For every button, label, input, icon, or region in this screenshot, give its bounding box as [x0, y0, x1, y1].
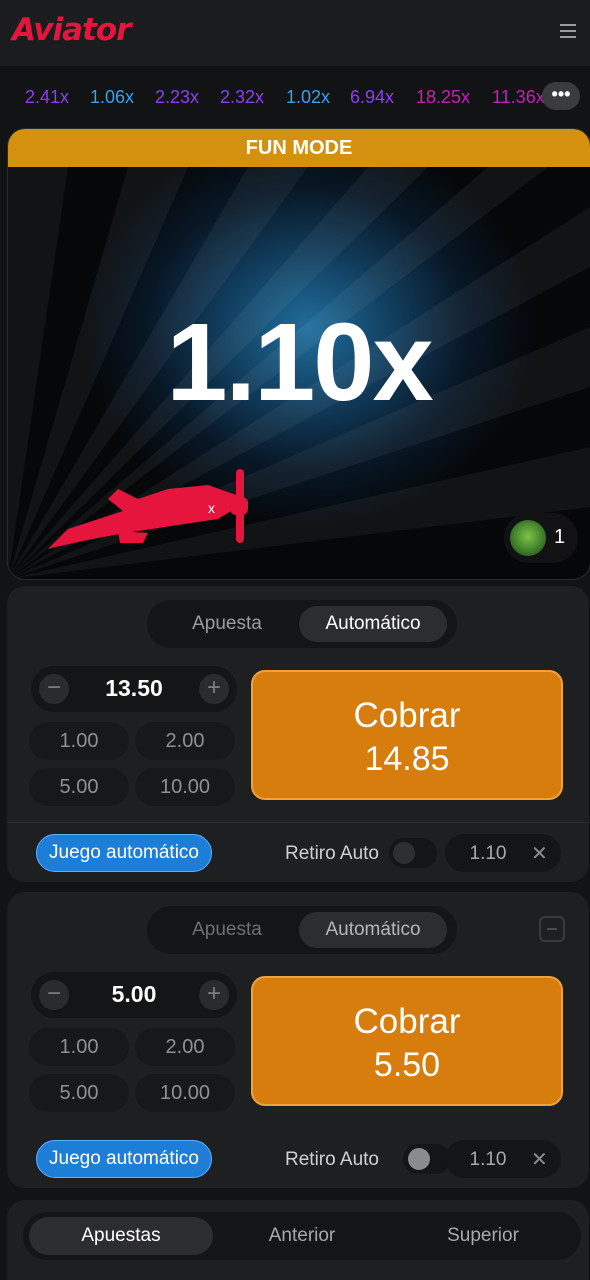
cashout-amount: 5.50 — [373, 1046, 441, 1084]
quick-amount-button[interactable]: 1.00 — [29, 722, 129, 760]
game-canvas: FUN MODE 1.10x x 1 — [7, 128, 590, 580]
quick-amount-button[interactable]: 5.00 — [29, 768, 129, 806]
auto-play-button[interactable]: Juego automático — [36, 1140, 212, 1178]
toggle-knob — [393, 842, 415, 864]
history-multiplier: 6.94x — [350, 87, 395, 107]
multiplier-history: 2.41x 1.06x 2.23x 2.32x 1.02x 6.94x 18.2… — [0, 74, 590, 118]
decrease-icon[interactable]: − — [39, 674, 69, 704]
fun-mode-banner: FUN MODE — [8, 129, 590, 167]
tab-apuestas[interactable]: Apuestas — [29, 1217, 213, 1255]
auto-cashout-toggle[interactable] — [403, 1144, 451, 1174]
bets-list-panel: Apuestas Anterior Superior — [7, 1200, 589, 1280]
bets-list-tabs: Apuestas Anterior Superior — [23, 1212, 581, 1260]
players-count: 1 — [554, 526, 566, 548]
auto-play-button[interactable]: Juego automático — [36, 834, 212, 872]
airplane-icon: x — [48, 469, 248, 549]
clear-icon[interactable]: ✕ — [531, 1147, 548, 1172]
bet-panel-2: Apuesta Automático 5.00 − + 1.00 2.00 5.… — [7, 892, 589, 1188]
increase-icon[interactable]: + — [199, 980, 229, 1010]
history-multiplier: 11.36x — [492, 87, 545, 107]
bet-amount-stepper: 13.50 − + — [31, 666, 237, 712]
history-multiplier: 2.23x — [155, 87, 200, 107]
tab-superior[interactable]: Superior — [391, 1217, 575, 1255]
player-avatar — [510, 520, 546, 556]
quick-amount-button[interactable]: 5.00 — [29, 1074, 129, 1112]
increase-icon[interactable]: + — [199, 674, 229, 704]
cashout-label: Cobrar — [353, 1002, 461, 1041]
auto-cashout-toggle[interactable] — [389, 838, 437, 868]
quick-amount-button[interactable]: 10.00 — [135, 768, 235, 806]
svg-text:x: x — [208, 500, 215, 516]
more-history-button[interactable]: ••• — [542, 82, 580, 110]
bet-panel-1: Apuesta Automático 13.50 − + 1.00 2.00 5… — [7, 586, 589, 882]
current-multiplier: 1.10x — [166, 301, 433, 424]
tab-automatico[interactable]: Automático — [299, 606, 447, 642]
players-badge: 1 — [504, 513, 578, 563]
bet-amount-stepper: 5.00 − + — [31, 972, 237, 1018]
cashout-label: Cobrar — [353, 696, 461, 735]
quick-amount-button[interactable]: 1.00 — [29, 1028, 129, 1066]
app-header: Aviator — [0, 0, 590, 66]
toggle-knob — [408, 1148, 430, 1170]
auto-cashout-label: Retiro Auto — [285, 843, 379, 864]
auto-cashout-value[interactable]: 1.10 — [445, 1149, 531, 1171]
hamburger-menu-icon[interactable] — [560, 24, 576, 40]
quick-amount-button[interactable]: 2.00 — [135, 722, 235, 760]
auto-cashout-value[interactable]: 1.10 — [445, 843, 531, 865]
auto-cashout-field[interactable]: 1.10 ✕ — [445, 1140, 561, 1178]
tab-automatico[interactable]: Automático — [299, 912, 447, 948]
clear-icon[interactable]: ✕ — [531, 841, 548, 866]
history-multiplier: 18.25x — [416, 87, 471, 107]
auto-cashout-field[interactable]: 1.10 ✕ — [445, 834, 561, 872]
aviator-logo: Aviator — [12, 12, 131, 48]
decrease-icon[interactable]: − — [39, 980, 69, 1010]
history-multiplier: 1.02x — [286, 87, 331, 107]
remove-bet-panel-icon[interactable] — [539, 916, 565, 942]
history-multiplier: 2.32x — [220, 87, 265, 107]
divider — [7, 822, 589, 823]
cashout-button[interactable]: Cobrar 5.50 — [251, 976, 563, 1106]
tab-anterior[interactable]: Anterior — [210, 1217, 394, 1255]
tab-apuesta[interactable]: Apuesta — [167, 912, 287, 948]
history-multiplier: 2.41x — [25, 87, 70, 107]
tab-apuesta[interactable]: Apuesta — [167, 606, 287, 642]
quick-amount-button[interactable]: 2.00 — [135, 1028, 235, 1066]
history-multiplier: 1.06x — [90, 87, 135, 107]
quick-amount-button[interactable]: 10.00 — [135, 1074, 235, 1112]
bet-mode-tabs: Apuesta Automático — [147, 906, 457, 954]
auto-cashout-label: Retiro Auto — [285, 1149, 379, 1170]
cashout-amount: 14.85 — [364, 740, 450, 778]
cashout-button[interactable]: Cobrar 14.85 — [251, 670, 563, 800]
bet-mode-tabs: Apuesta Automático — [147, 600, 457, 648]
